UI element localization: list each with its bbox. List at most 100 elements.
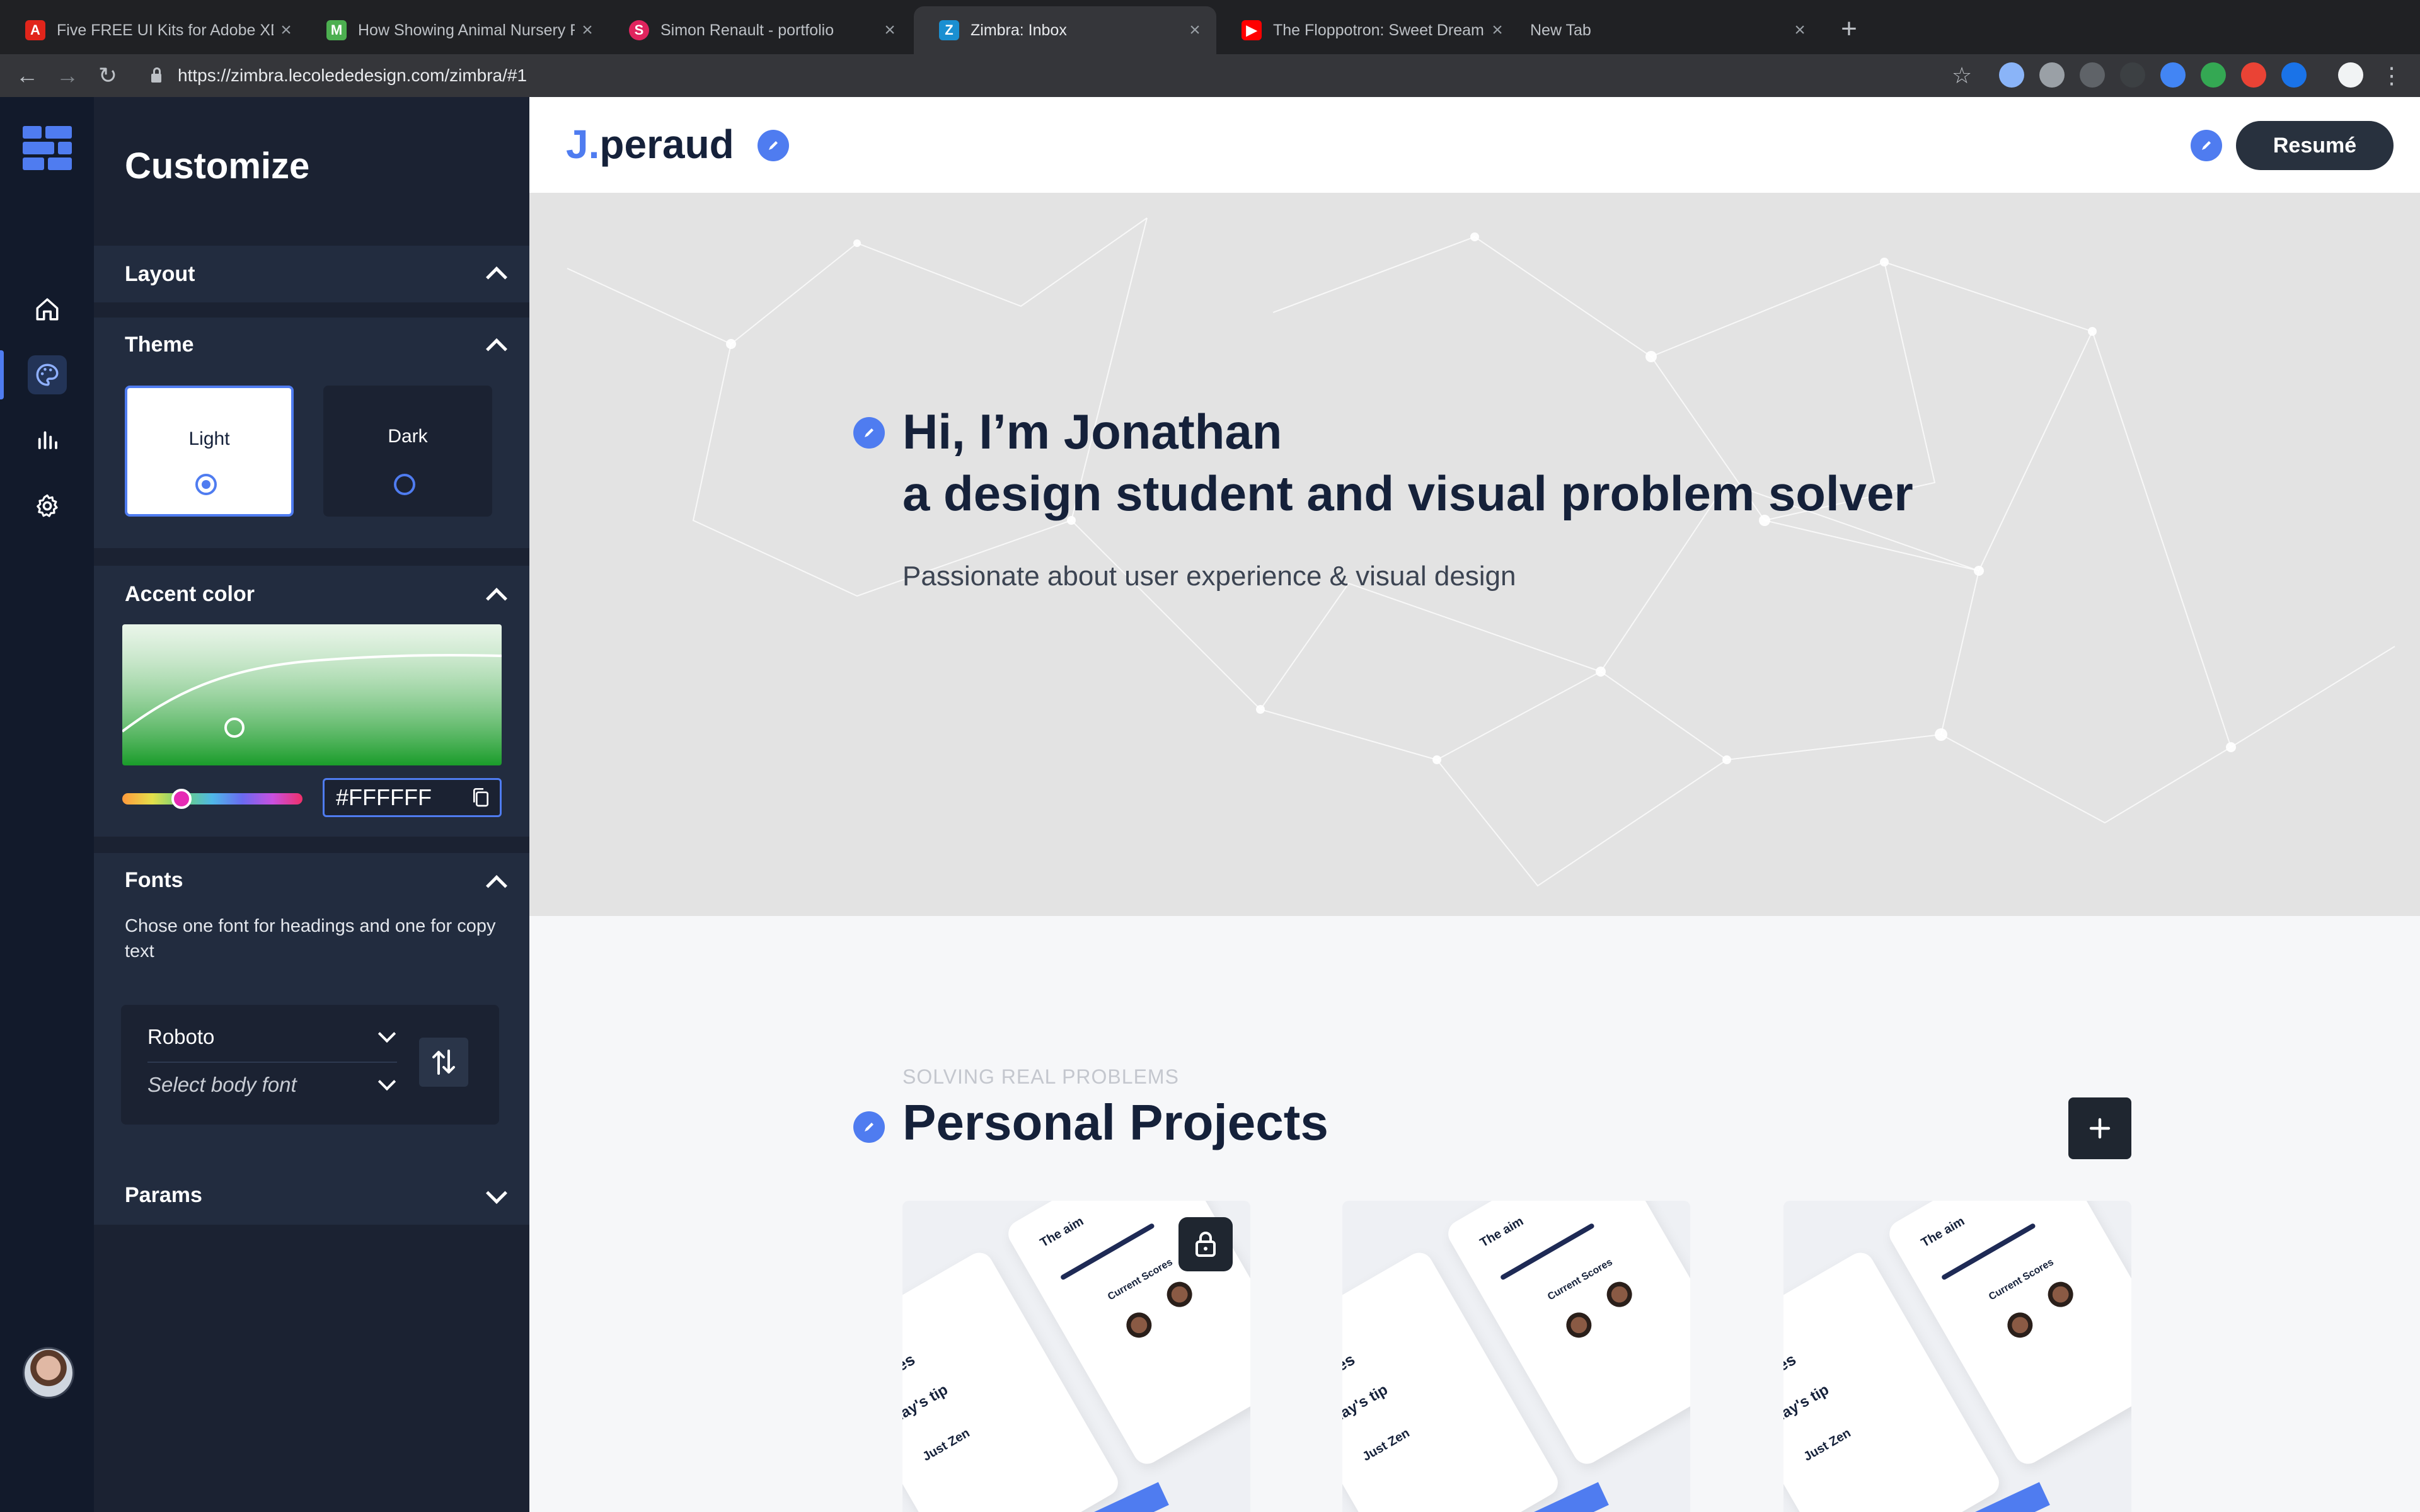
theme-light-option[interactable]: Light [125, 386, 294, 517]
close-icon[interactable]: × [1485, 20, 1510, 41]
close-icon[interactable]: × [877, 20, 902, 41]
gear-icon[interactable] [28, 486, 67, 525]
projects-title: Personal Projects [902, 1094, 1328, 1150]
avatar[interactable] [23, 1347, 74, 1399]
tab-title: The Floppotron: Sweet Dreams [1273, 21, 1485, 39]
hero-heading: Hi, I’m Jonathan a design student and vis… [902, 404, 1913, 521]
avatar [1162, 1277, 1197, 1312]
menu-icon[interactable]: ⋮ [2376, 60, 2407, 92]
tab-title: Simon Renault - portfolio [660, 21, 834, 39]
edit-icon[interactable] [758, 130, 789, 161]
avatar [1122, 1308, 1156, 1343]
project-card[interactable]: enges day's tip Just Zen The aim Current… [1783, 1201, 2131, 1512]
star-icon[interactable]: ☆ [1946, 60, 1978, 92]
edit-icon[interactable] [853, 1111, 885, 1143]
tab-4[interactable]: ▶ The Floppotron: Sweet Dreams × [1216, 6, 1519, 54]
site-header: J.peraud Resumé [529, 97, 2420, 193]
close-icon[interactable]: × [1182, 20, 1207, 41]
network-background [567, 217, 2395, 887]
edit-icon[interactable] [853, 417, 885, 449]
icon-rail [0, 97, 94, 1512]
site-logo[interactable]: J.peraud [566, 121, 734, 168]
lock-button[interactable] [1178, 1217, 1233, 1271]
tab-title: Zimbra: Inbox [971, 21, 1067, 39]
new-tab-button[interactable]: + [1830, 11, 1868, 49]
screen: A Five FREE UI Kits for Adobe XD × M How… [0, 0, 2420, 1512]
browser-tab-bar: A Five FREE UI Kits for Adobe XD × M How… [0, 0, 2420, 54]
adobe-icon: A [25, 20, 45, 40]
edit-icon[interactable] [2191, 130, 2222, 161]
forward-icon[interactable]: → [52, 60, 83, 92]
close-icon[interactable]: × [274, 20, 299, 41]
chevron-up-icon[interactable] [486, 266, 507, 288]
body-font-select[interactable]: Select body font [147, 1073, 297, 1097]
profile-icon[interactable] [2338, 62, 2363, 88]
theme-dark-option[interactable]: Dark [323, 386, 492, 517]
site-icon: S [629, 20, 649, 40]
radio-unselected[interactable] [394, 474, 415, 495]
active-indicator [0, 350, 4, 399]
hue-slider[interactable] [122, 789, 302, 809]
tab-5[interactable]: New Tab × [1519, 6, 1821, 54]
chevron-up-icon[interactable] [486, 338, 507, 360]
avatar [2043, 1277, 2078, 1312]
chart-icon[interactable] [28, 420, 67, 459]
hero-subtitle: Passionate about user experience & visua… [902, 561, 1516, 592]
avatar [1562, 1308, 1596, 1343]
chrome-icon[interactable] [2201, 62, 2226, 88]
theme-label: Light [188, 428, 230, 449]
layout-section[interactable]: Layout [94, 246, 529, 302]
copy-icon[interactable] [471, 787, 491, 808]
extension-icon[interactable] [2241, 62, 2266, 88]
address-bar[interactable]: https://zimbra.lecolededesign.com/zimbra… [135, 59, 1962, 92]
close-icon[interactable]: × [575, 20, 600, 41]
home-icon[interactable] [28, 290, 67, 329]
color-picker-area[interactable] [122, 624, 502, 765]
chevron-down-icon[interactable] [377, 1024, 396, 1043]
cloud-icon[interactable] [2080, 62, 2105, 88]
camera-icon[interactable] [2039, 62, 2065, 88]
close-icon[interactable]: × [1787, 20, 1812, 41]
swap-fonts-button[interactable] [419, 1038, 468, 1087]
section-kicker: SOLVING REAL PROBLEMS [902, 1065, 1179, 1088]
logo-icon[interactable] [23, 126, 72, 170]
radio-selected[interactable] [195, 474, 217, 495]
section-title: Params [125, 1183, 202, 1207]
zoom-icon[interactable] [2281, 62, 2307, 88]
extension-icon[interactable] [2160, 62, 2186, 88]
chevron-down-icon[interactable] [486, 1183, 507, 1204]
project-card[interactable]: enges day's tip Just Zen The aim Current… [1342, 1201, 1690, 1512]
tab-2[interactable]: S Simon Renault - portfolio × [604, 6, 911, 54]
params-section[interactable]: Params [94, 1168, 529, 1225]
hero-section: Hi, I’m Jonathan a design student and vis… [529, 193, 2420, 916]
zimbra-icon: Z [939, 20, 959, 40]
font-selectors: Roboto Select body font [121, 1005, 499, 1125]
tab-0[interactable]: A Five FREE UI Kits for Adobe XD × [0, 6, 308, 54]
project-card[interactable]: enges day's tip Just Zen The aim Current… [902, 1201, 1250, 1512]
divider [147, 1062, 397, 1063]
hue-slider-handle[interactable] [171, 789, 192, 809]
tab-1[interactable]: M How Showing Animal Nursery R × [301, 6, 609, 54]
chevron-up-icon[interactable] [486, 875, 507, 896]
reload-icon[interactable]: ↻ [92, 60, 124, 92]
add-project-button[interactable] [2068, 1097, 2131, 1159]
section-title: Theme [125, 333, 194, 357]
avatar [2003, 1308, 2037, 1343]
section-title: Accent color [125, 582, 255, 606]
resume-button[interactable]: Resumé [2236, 121, 2394, 170]
chevron-up-icon[interactable] [486, 588, 507, 609]
palette-icon[interactable] [28, 355, 67, 394]
hex-input[interactable]: #FFFFFF [323, 778, 502, 817]
hex-value: #FFFFFF [336, 784, 432, 810]
theme-label: Dark [388, 426, 428, 447]
tab-title: Five FREE UI Kits for Adobe XD [57, 21, 274, 39]
portfolio-preview: J.peraud Resumé Hi, I’m Jonathan a desig… [529, 97, 2420, 1512]
chevron-down-icon[interactable] [377, 1072, 396, 1091]
back-icon[interactable]: ← [11, 60, 43, 92]
extension-icon[interactable] [1999, 62, 2024, 88]
section-title: Fonts [125, 868, 183, 892]
tab-3[interactable]: Z Zimbra: Inbox × [914, 6, 1216, 54]
theme-section: Theme Light Dark [94, 318, 529, 548]
extension-icon[interactable] [2120, 62, 2145, 88]
heading-font-select[interactable]: Roboto [147, 1025, 214, 1049]
